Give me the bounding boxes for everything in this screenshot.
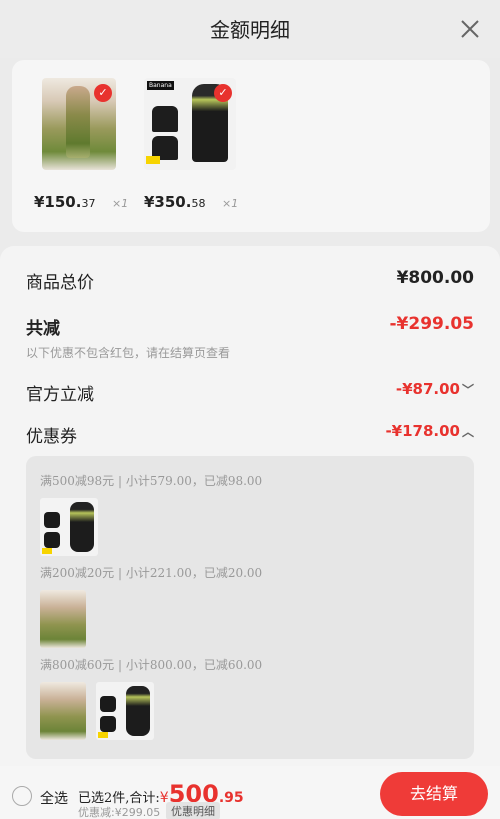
- product-price: ¥150.37: [34, 193, 96, 211]
- check-icon[interactable]: ✓: [94, 84, 112, 102]
- product-qty: ×1: [112, 197, 129, 210]
- product-thumbnail: Banana ✓: [144, 78, 236, 170]
- product-thumbnail: [96, 682, 154, 740]
- discount-label: 共减: [26, 319, 60, 339]
- select-all-label[interactable]: 全选: [40, 788, 68, 808]
- chevron-down-icon: ﹀: [461, 383, 474, 397]
- total-label: 商品总价: [26, 273, 94, 293]
- discount-detail-button[interactable]: 优惠明细: [166, 802, 220, 819]
- chevron-up-icon: ︿: [461, 425, 474, 439]
- product-thumbnail: [40, 498, 98, 556]
- coupon-group-title: 满500减98元 | 小计579.00，已减98.00: [40, 474, 263, 488]
- product-item[interactable]: Banana ✓: [144, 78, 236, 170]
- product-thumbnail: [40, 590, 86, 648]
- coupon-group-images: [40, 498, 98, 556]
- checkout-button[interactable]: 去结算: [380, 772, 488, 816]
- coupon-groups: 满500减98元 | 小计579.00，已减98.00 满200减20元 | 小…: [26, 456, 474, 759]
- checkout-bar: 全选 已选2件,合计:¥500.95 优惠减:¥299.05 优惠明细 去结算: [0, 766, 500, 819]
- close-icon[interactable]: [460, 19, 480, 39]
- total-value: ¥800.00: [396, 268, 474, 288]
- product-qty: ×1: [222, 197, 239, 210]
- page-title: 金额明细: [210, 18, 290, 42]
- discount-value: -¥299.05: [389, 314, 475, 334]
- product-thumbnail: [40, 682, 86, 740]
- product-card: ✓ ¥150.37 ×1 Banana ✓ ¥350.58 ×1: [12, 60, 490, 232]
- select-all-radio[interactable]: [12, 786, 32, 806]
- official-value: -¥87.00 ﹀: [395, 380, 474, 398]
- discount-summary: 优惠减:¥299.05: [78, 806, 161, 819]
- coupon-value: -¥178.00 ︿: [385, 422, 474, 440]
- product-item[interactable]: ✓: [42, 78, 116, 170]
- coupon-group-images: [40, 682, 154, 740]
- product-price: ¥350.58: [144, 193, 206, 211]
- header: 金额明细: [0, 0, 500, 58]
- coupon-group-title: 满800减60元 | 小计800.00，已减60.00: [40, 658, 263, 672]
- coupon-group-title: 满200减20元 | 小计221.00，已减20.00: [40, 566, 263, 580]
- coupon-label: 优惠券: [26, 427, 77, 447]
- product-thumbnail: ✓: [42, 78, 116, 170]
- official-label: 官方立减: [26, 385, 94, 405]
- check-icon[interactable]: ✓: [214, 84, 232, 102]
- detail-sheet: 商品总价 ¥800.00 共减 -¥299.05 以下优惠不包含红包，请在结算页…: [0, 246, 500, 766]
- coupon-group-images: [40, 590, 86, 648]
- discount-note: 以下优惠不包含红包，请在结算页查看: [26, 346, 231, 360]
